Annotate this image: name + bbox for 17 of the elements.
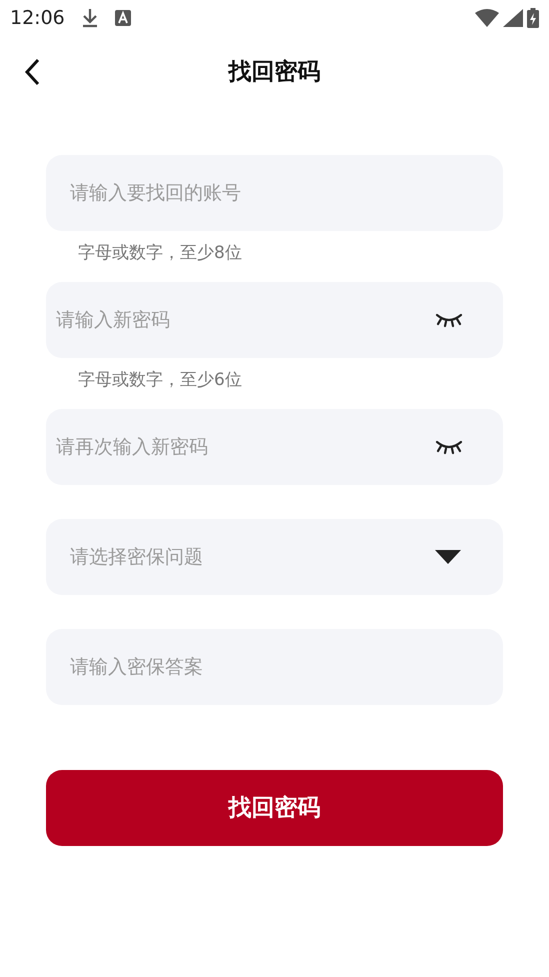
closed-eye-icon[interactable] <box>435 312 463 328</box>
signal-icon <box>503 9 523 27</box>
password-field[interactable]: 请再次输入新密码 <box>46 409 503 485</box>
text-field[interactable]: 请输入密保答案 <box>46 629 503 705</box>
battery-icon <box>527 8 539 28</box>
status-time: 12:06 <box>10 6 65 31</box>
field-hint: 字母或数字，至少8位 <box>77 242 243 265</box>
password-field[interactable]: 请输入新密码 <box>46 282 503 358</box>
download-icon <box>80 8 99 28</box>
field-hint: 字母或数字，至少6位 <box>77 369 243 392</box>
closed-eye-icon[interactable] <box>435 439 463 455</box>
submit-button[interactable]: 找回密码 <box>46 770 503 846</box>
text-field[interactable]: 请输入要找回的账号 <box>46 155 503 231</box>
wifi-icon <box>475 9 499 27</box>
app-icon <box>114 10 131 26</box>
dropdown-caret-icon <box>435 550 461 564</box>
page-title: 找回密码 <box>228 58 320 87</box>
